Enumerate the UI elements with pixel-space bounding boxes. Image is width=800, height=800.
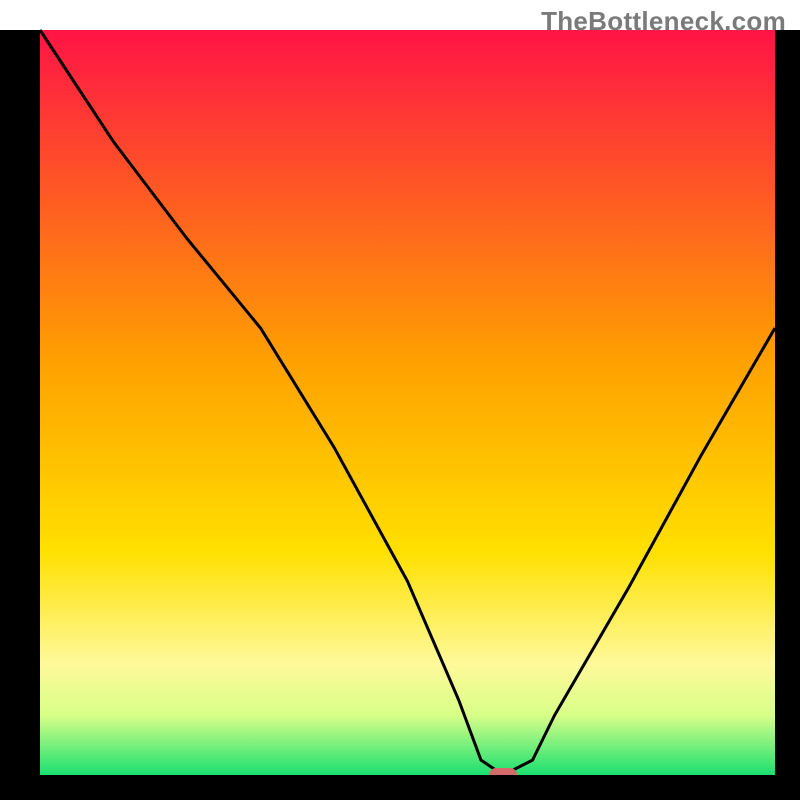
frame-right: [775, 30, 800, 800]
bottleneck-chart: [0, 0, 800, 800]
chart-container: TheBottleneck.com: [0, 0, 800, 800]
credit-label: TheBottleneck.com: [541, 6, 786, 37]
frame-bottom: [0, 775, 800, 800]
plot-background: [40, 30, 775, 775]
frame-left: [0, 30, 40, 800]
